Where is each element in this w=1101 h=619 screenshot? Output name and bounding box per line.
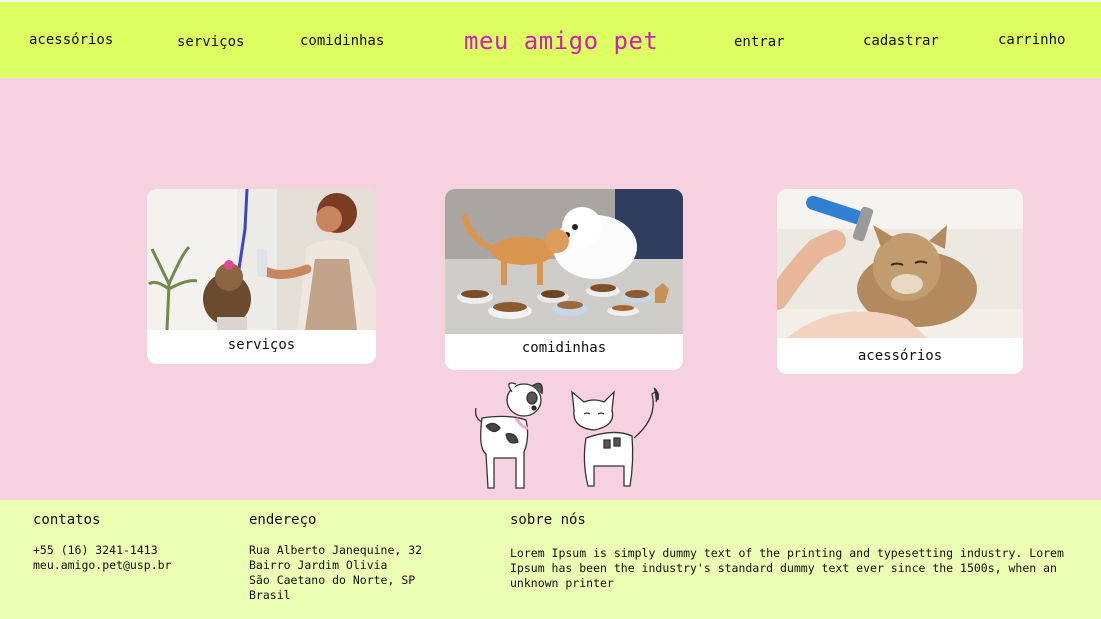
footer-email-link[interactable]: meu.amigo.pet@usp.br — [33, 558, 171, 573]
footer-sobre-title: sobre nós — [510, 512, 586, 528]
nav-acessorios-link[interactable]: acessórios — [29, 32, 113, 48]
card-comidinhas[interactable]: comidinhas — [445, 189, 683, 370]
card-servicos-label: serviços — [227, 337, 296, 353]
footer: contatos +55 (16) 3241-1413 meu.amigo.pe… — [0, 500, 1101, 619]
card-acessorios[interactable]: acessórios — [777, 189, 1023, 374]
card-servicos[interactable]: serviços — [147, 189, 376, 364]
cart-link[interactable]: carrinho — [998, 32, 1065, 48]
card-comidinhas-label: comidinhas — [521, 340, 607, 356]
top-navbar: acessórios serviços comidinhas meu amigo… — [0, 0, 1101, 78]
footer-endereco-title: endereço — [249, 512, 317, 528]
register-link[interactable]: cadastrar — [863, 33, 939, 49]
footer-contatos-title: contatos — [33, 512, 101, 528]
brand-logo-text[interactable]: meu amigo pet — [464, 27, 658, 55]
cat-and-dog-with-food-bowls-photo — [445, 189, 683, 334]
login-link[interactable]: entrar — [734, 34, 785, 50]
card-acessorios-label: acessórios — [857, 348, 943, 364]
footer-phone: +55 (16) 3241-1413 — [33, 543, 158, 557]
dog-and-cat-cartoon — [474, 382, 660, 489]
nav-comidinhas-link[interactable]: comidinhas — [300, 33, 384, 49]
nav-servicos-link[interactable]: serviços — [177, 34, 244, 50]
footer-address: Rua Alberto Janequine, 32 Bairro Jardim … — [249, 543, 423, 602]
footer-about-text: Lorem Ipsum is simply dummy text of the … — [510, 546, 1064, 590]
brushing-cat-photo — [777, 189, 1023, 338]
grooming-dog-photo — [147, 189, 376, 330]
